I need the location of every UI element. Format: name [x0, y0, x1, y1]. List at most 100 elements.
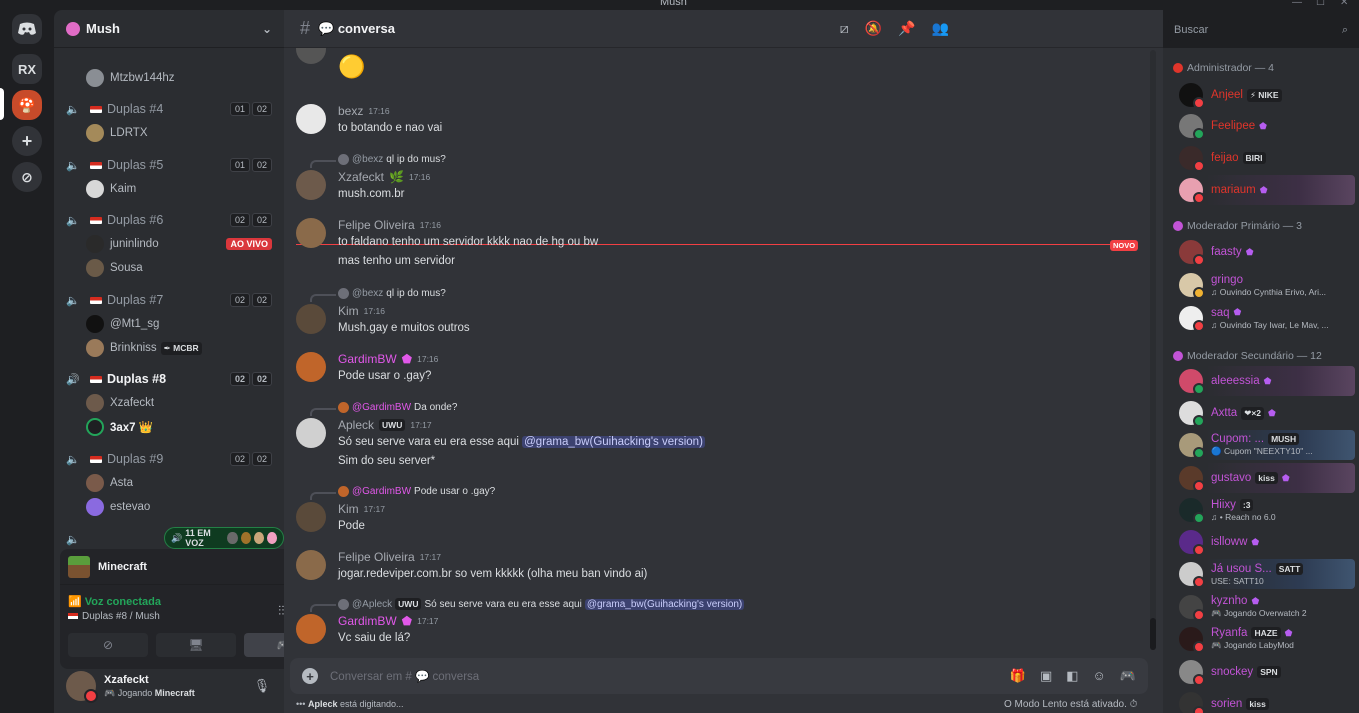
- voice-member[interactable]: Mtzbw144hz: [54, 66, 284, 90]
- server-rx[interactable]: RX: [12, 54, 42, 84]
- discord-home-icon[interactable]: [12, 14, 42, 44]
- voice-member[interactable]: @Mt1_sg: [54, 312, 284, 336]
- member-item[interactable]: gustavo kiss ⬟: [1169, 463, 1355, 493]
- reply-preview[interactable]: @GardimBW Da onde?: [338, 402, 457, 413]
- emoji-icon[interactable]: ☺: [1093, 668, 1106, 684]
- member-item[interactable]: mariaum ⬟: [1169, 175, 1355, 205]
- avatar[interactable]: [296, 418, 326, 448]
- game-controller-icon[interactable]: 🎮: [1120, 668, 1136, 684]
- camera-off-button[interactable]: ⊘: [68, 633, 148, 657]
- microphone-icon[interactable]: 🎙: [254, 678, 271, 694]
- voice-channel-row[interactable]: 🔈 Duplas #6 02 02: [54, 208, 284, 232]
- avatar[interactable]: [296, 614, 326, 644]
- message-author[interactable]: Felipe Oliveira 17:16: [338, 218, 441, 232]
- member-item[interactable]: faasty ⬟: [1169, 237, 1355, 267]
- voice-member[interactable]: LDRTX: [54, 121, 284, 145]
- member-item[interactable]: snockey SPN: [1169, 657, 1355, 687]
- voice-channel-label[interactable]: Duplas #8 / Mush: [68, 611, 284, 622]
- voice-channel-row[interactable]: 🔈 Duplas #5 01 02: [54, 153, 284, 177]
- message-text: Mush.gay e muitos outros: [338, 322, 470, 334]
- member-item[interactable]: Feelipee ⬟: [1169, 111, 1355, 141]
- member-item[interactable]: gringo ♫ Ouvindo Cynthia Erivo, Ari...: [1169, 270, 1355, 300]
- gift-icon[interactable]: 🎁: [1010, 668, 1026, 684]
- search-icon: ⌕: [1341, 23, 1348, 36]
- voice-connected-label[interactable]: 📶 Voz conectada: [68, 595, 284, 608]
- message-author[interactable]: GardimBW ⬟ 17:16: [338, 352, 438, 366]
- scrollbar-thumb[interactable]: [1150, 618, 1156, 650]
- voice-channel-row[interactable]: 🔈 Duplas #9 02 02: [54, 447, 284, 471]
- member-item[interactable]: Hiixy:3 ♫ • Reach no 6.0: [1169, 495, 1355, 525]
- member-item[interactable]: Já usou S... SATT USE: SATT10: [1169, 559, 1355, 589]
- avatar[interactable]: [296, 104, 326, 134]
- search-input[interactable]: Buscar ⌕: [1168, 19, 1354, 41]
- reply-preview[interactable]: @bexz ql ip do mus?: [338, 288, 446, 299]
- avatar: [86, 498, 104, 516]
- scrollbar[interactable]: [1150, 50, 1156, 650]
- attach-plus-icon[interactable]: +: [302, 668, 318, 684]
- message-composer[interactable]: + Conversar em # 💬 conversa 🎁 ▣ ◧ ☺ 🎮: [290, 658, 1148, 694]
- member-item[interactable]: aleeessia ⬟: [1169, 366, 1355, 396]
- chevron-down-icon[interactable]: ⌄: [262, 22, 272, 36]
- avatar: [266, 532, 277, 544]
- member-item[interactable]: kyznho ⬟ 🎮 Jogando Overwatch 2: [1169, 592, 1355, 622]
- user-mention[interactable]: @grama_bw(Guihacking's version): [522, 436, 705, 448]
- message-author[interactable]: Kim 17:16: [338, 304, 385, 318]
- member-item[interactable]: islloww ⬟: [1169, 527, 1355, 557]
- game-activity[interactable]: Minecraft 🖥: [60, 549, 284, 585]
- message-author[interactable]: Xzafeckt 🌿 17:16: [338, 170, 430, 184]
- maximize-icon[interactable]: ☐: [1316, 0, 1325, 8]
- threads-icon[interactable]: ⧄: [840, 20, 849, 37]
- close-icon[interactable]: ✕: [1340, 0, 1348, 8]
- voice-channel-row[interactable]: 🔈 Duplas #4 01 02: [54, 97, 284, 121]
- member-item[interactable]: Ryanfa HAZE ⬟ 🎮 Jogando LabyMod: [1169, 624, 1355, 654]
- avatar[interactable]: [296, 550, 326, 580]
- gif-icon[interactable]: ▣: [1040, 668, 1052, 684]
- message-list: 🟡 bexz 17:16 to botando e nao vai @bexz ql…: [284, 48, 1154, 654]
- voice-member[interactable]: estevao: [54, 495, 284, 519]
- avatar[interactable]: [296, 502, 326, 532]
- avatar[interactable]: [296, 304, 326, 334]
- activities-button[interactable]: 🎮: [244, 633, 284, 657]
- reply-preview[interactable]: @Apleck UWU Só seu serve vara eu era esse …: [338, 598, 745, 610]
- reply-preview[interactable]: @bexz ql ip do mus?: [338, 154, 446, 165]
- screen-share-button[interactable]: 🖥: [156, 633, 236, 657]
- notification-mute-icon[interactable]: 🔕: [865, 20, 882, 37]
- voice-member[interactable]: juninlindo AO VIVO: [54, 232, 284, 256]
- minimize-icon[interactable]: —: [1292, 0, 1302, 8]
- member-item[interactable]: feijao BIRI: [1169, 143, 1355, 173]
- sticker-icon[interactable]: ◧: [1066, 668, 1078, 684]
- server-mush-icon[interactable]: 🍄: [12, 90, 42, 120]
- guild-header[interactable]: Mush ⌄: [54, 10, 284, 48]
- voice-channel-row[interactable]: 🔈 Duplas #7 02 02: [54, 288, 284, 312]
- member-item[interactable]: saq ⬟ ♫ Ouvindo Tay Iwar, Le Mav, ...: [1169, 303, 1355, 333]
- in-voice-pill[interactable]: 🔊 11 EM VOZ: [164, 527, 284, 549]
- composer-input[interactable]: Conversar em # 💬 conversa: [330, 669, 479, 683]
- avatar[interactable]: [296, 48, 326, 64]
- member-item[interactable]: sorien kiss: [1169, 689, 1355, 713]
- message-author[interactable]: bexz 17:16: [338, 104, 390, 118]
- voice-member[interactable]: Brinkniss ✒ MCBR: [54, 336, 284, 360]
- message-author[interactable]: GardimBW ⬟ 17:17: [338, 614, 438, 628]
- message-author[interactable]: Kim 17:17: [338, 502, 385, 516]
- member-list-icon[interactable]: 👥: [932, 20, 949, 37]
- add-server-icon[interactable]: +: [12, 126, 42, 156]
- voice-member[interactable]: Sousa: [54, 256, 284, 280]
- explore-icon[interactable]: ⊘: [12, 162, 42, 192]
- member-item[interactable]: Cupom: ... MUSH 🔵 Cupom "NEEXTY10" ...: [1169, 430, 1355, 460]
- reply-preview[interactable]: @GardimBW Pode usar o .gay?: [338, 486, 495, 497]
- typing-indicator: ••• Apleck está digitando...: [296, 699, 404, 709]
- voice-member[interactable]: Xzafeckt: [54, 391, 284, 415]
- pinned-icon[interactable]: 📌: [898, 20, 915, 37]
- avatar[interactable]: [296, 170, 326, 200]
- voice-member[interactable]: 3ax7 👑: [54, 415, 284, 439]
- voice-member[interactable]: Kaim: [54, 177, 284, 201]
- avatar[interactable]: [296, 352, 326, 382]
- avatar[interactable]: [296, 218, 326, 248]
- message-author[interactable]: Apleck UWU 17:17: [338, 418, 432, 432]
- message-author[interactable]: Felipe Oliveira 17:17: [338, 550, 441, 564]
- member-item[interactable]: Anjeel ⚡ NIKE: [1169, 80, 1355, 110]
- voice-member[interactable]: Asta: [54, 471, 284, 495]
- member-item[interactable]: Axtta ❤×2 ⬟: [1169, 398, 1355, 428]
- voice-channel-row[interactable]: 🔊 Duplas #8 02 02: [54, 367, 284, 391]
- user-avatar[interactable]: [66, 671, 98, 703]
